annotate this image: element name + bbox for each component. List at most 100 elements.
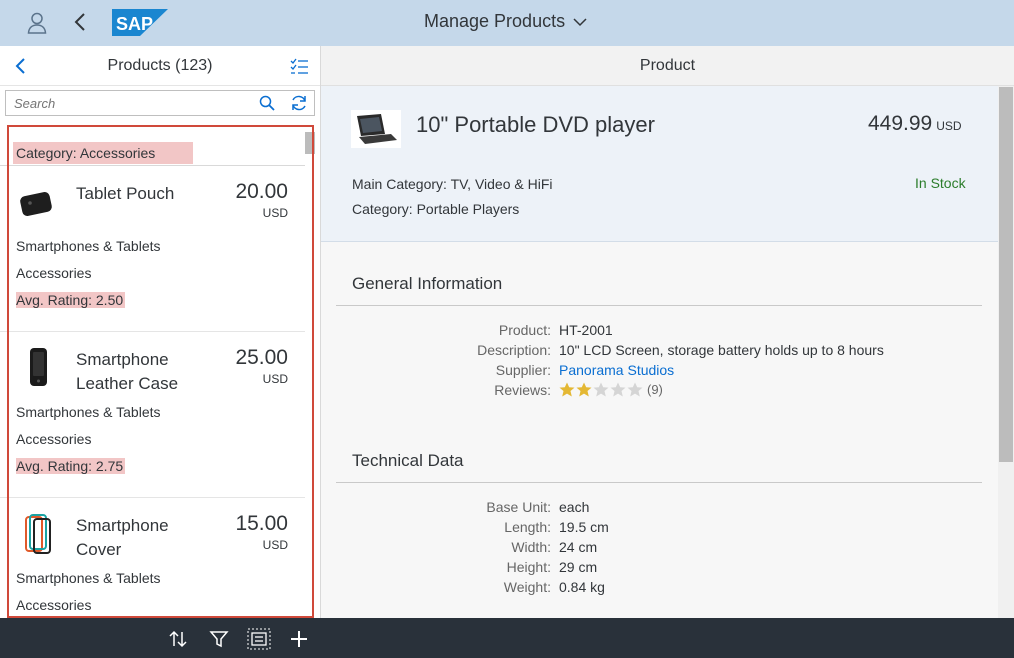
group-icon[interactable] [247, 628, 271, 650]
section-divider [336, 482, 982, 483]
item-rating: Avg. Rating: 2.75 [16, 458, 126, 474]
object-number: 449.99 USD [868, 112, 962, 136]
section-title: Technical Data [352, 451, 464, 470]
form-label: Base Unit: [486, 499, 551, 515]
search-input[interactable] [6, 91, 251, 115]
star-empty-icon [610, 382, 626, 397]
sap-logo: SAP [112, 9, 168, 36]
form-row-reviews: Reviews: (9) [336, 382, 982, 402]
item-main-category: Smartphones & Tablets [16, 238, 161, 254]
detail-footer-toolbar [321, 618, 1014, 658]
search-icon[interactable] [259, 95, 275, 111]
list-item[interactable]: Tablet Pouch 20.00 USD Smartphones & Tab… [0, 166, 305, 332]
item-currency: USD [262, 538, 288, 552]
object-price: 449.99 [868, 112, 933, 135]
item-rating: Avg. Rating: 2.50 [16, 292, 126, 308]
form-value: HT-2001 [559, 322, 613, 338]
form-row-product: Product: HT-2001 [336, 322, 982, 342]
form-label: Length: [504, 519, 551, 535]
list-item[interactable]: Smartphone Cover 15.00 USD Smartphones &… [0, 498, 305, 618]
tablet-pouch-image [20, 192, 52, 216]
product-list[interactable]: Category: Accessories Tablet Pouch 20.00… [0, 126, 310, 618]
add-icon[interactable] [289, 629, 309, 649]
form-value: each [559, 499, 590, 515]
item-price: 20.00 [235, 180, 288, 203]
object-title: 10" Portable DVD player [416, 112, 655, 137]
form-label: Product: [498, 322, 551, 338]
item-category: Accessories [16, 431, 92, 447]
form-label: Width: [511, 539, 551, 555]
star-empty-icon [627, 382, 643, 397]
search-field [5, 90, 315, 116]
detail-panel: Product 10" Portable DVD player 449.99 US… [321, 46, 1014, 658]
form-row-length: Length: 19.5 cm [336, 519, 982, 539]
chevron-down-icon [573, 17, 587, 26]
review-count: (9) [647, 382, 663, 397]
item-price: 25.00 [235, 346, 288, 369]
form-row-description: Description: 10" LCD Screen, storage bat… [336, 342, 982, 362]
item-main-category: Smartphones & Tablets [16, 570, 161, 586]
sort-icon[interactable] [168, 629, 188, 649]
form-label: Reviews: [494, 382, 551, 398]
item-price: 15.00 [235, 512, 288, 535]
item-currency: USD [262, 372, 288, 386]
group-header: Category: Accessories [0, 134, 305, 166]
group-header-label: Category: Accessories [13, 142, 193, 164]
section-divider [336, 305, 982, 306]
object-unit: USD [936, 119, 962, 133]
item-currency: USD [262, 206, 288, 220]
phone-cover-image [25, 514, 51, 554]
shell-header: SAP Manage Products [0, 0, 1014, 46]
dvd-player-image [351, 110, 401, 148]
master-panel: Products (123) Category: Accessories [0, 46, 321, 658]
form-label: Height: [506, 559, 551, 575]
rating-indicator[interactable]: (9) [559, 382, 663, 397]
star-filled-icon [559, 382, 575, 397]
form-row-supplier: Supplier: Panorama Studios [336, 362, 982, 382]
form-label: Description: [477, 342, 551, 358]
form-label: Supplier: [495, 362, 551, 378]
logo-text: SAP [116, 14, 153, 34]
section-title: General Information [352, 274, 503, 293]
user-icon[interactable] [27, 12, 47, 34]
refresh-icon[interactable] [290, 94, 308, 112]
item-name: Smartphone Leather Case [76, 350, 179, 393]
list-scrollbar[interactable] [305, 132, 315, 154]
item-main-category: Smartphones & Tablets [16, 404, 161, 420]
form-value: 0.84 kg [559, 579, 605, 595]
item-name: Tablet Pouch [76, 184, 175, 203]
star-filled-icon [576, 382, 592, 397]
object-main-category: Main Category: TV, Video & HiFi [352, 176, 553, 192]
app-title: Manage Products [424, 11, 566, 31]
master-header: Products (123) [0, 46, 320, 86]
form-value: 29 cm [559, 559, 598, 575]
filter-icon[interactable] [209, 629, 229, 649]
star-empty-icon [593, 382, 609, 397]
detail-header: Product [321, 46, 1014, 86]
detail-scrollbar[interactable] [998, 86, 1014, 618]
master-title: Products (123) [107, 57, 213, 74]
multi-select-icon[interactable] [289, 57, 309, 77]
form-row-weight: Weight: 0.84 kg [336, 579, 982, 599]
back-icon[interactable] [72, 12, 88, 32]
list-item[interactable]: Smartphone Leather Case 25.00 USD Smartp… [0, 332, 305, 498]
form-row-width: Width: 24 cm [336, 539, 982, 559]
item-category: Accessories [16, 597, 92, 613]
app-title-menu[interactable]: Manage Products [424, 11, 587, 32]
master-footer-toolbar [0, 618, 321, 658]
form-value: 19.5 cm [559, 519, 609, 535]
supplier-link[interactable]: Panorama Studios [559, 362, 674, 378]
object-category: Category: Portable Players [352, 201, 520, 217]
status-badge: In Stock [915, 175, 966, 191]
object-header: 10" Portable DVD player 449.99 USD Main C… [321, 86, 998, 242]
item-category: Accessories [16, 265, 92, 281]
form-label: Weight: [503, 579, 551, 595]
item-name: Smartphone Cover [76, 516, 169, 559]
detail-title: Product [639, 57, 696, 74]
form-value: 10" LCD Screen, storage battery holds up… [559, 342, 884, 358]
form-row-height: Height: 29 cm [336, 559, 982, 579]
form-value: 24 cm [559, 539, 598, 555]
detail-scrollbar-thumb[interactable] [999, 87, 1013, 462]
form-row-base-unit: Base Unit: each [336, 499, 982, 519]
leather-case-image [30, 348, 47, 386]
